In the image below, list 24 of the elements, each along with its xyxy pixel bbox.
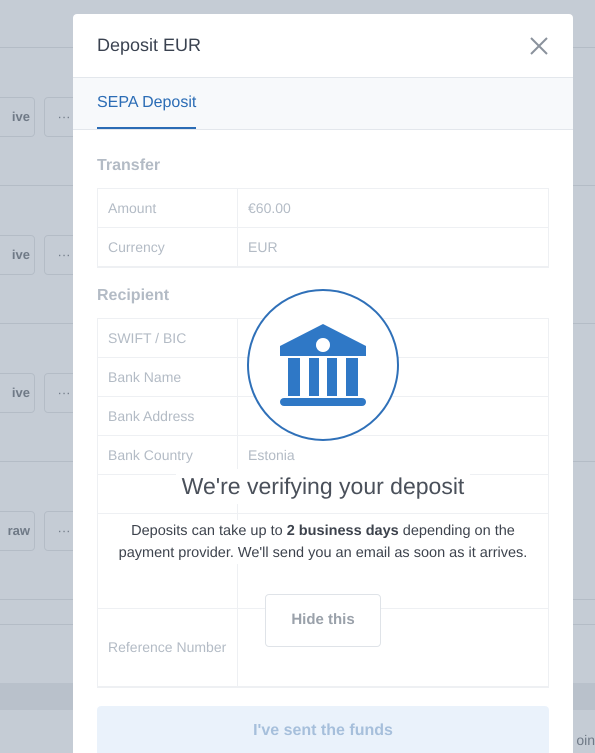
section-title: Recipient [97,286,170,306]
row-label: Amount [108,198,156,218]
sent-funds-button[interactable]: I've sent the funds [97,706,549,753]
row-label: Currency [108,238,165,257]
row-action-button[interactable]: raw [0,510,35,550]
row-value: EUR [248,238,278,256]
row-label: SWIFT / BIC [108,328,186,348]
row-action-button[interactable]: ive [0,234,35,274]
row-label: Bank Country [108,446,193,465]
hide-button[interactable]: Hide this [265,594,381,646]
tab[interactable]: SEPA Deposit [97,78,196,129]
row-label: Bank Address [108,406,194,426]
dialog-title: Deposit EUR [97,34,202,57]
close-icon[interactable] [529,36,549,56]
row-label: Reference Number [108,638,226,657]
row-action-button[interactable]: ive [0,96,35,136]
row-value: Estonia [248,446,295,464]
row-action-button[interactable]: ive [0,372,35,412]
row-value: €60.00 [248,198,291,218]
notice-title: We're verifying your deposit [176,469,470,504]
bank-icon [280,324,366,406]
row-label: Bank Name [108,368,182,386]
section-title: Transfer [97,156,162,176]
footer-text: oin [576,731,595,750]
